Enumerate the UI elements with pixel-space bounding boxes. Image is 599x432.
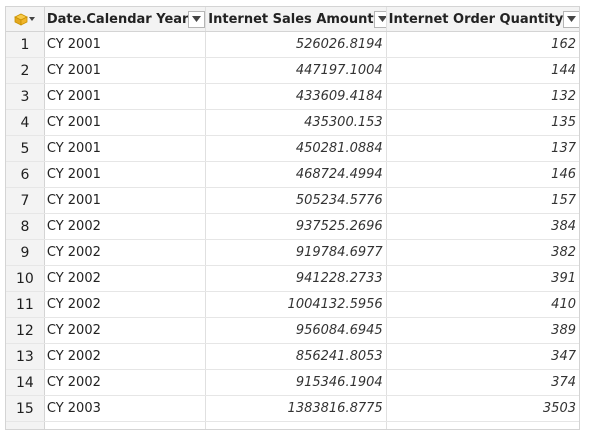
sales-cell[interactable]: 505234.5776 (206, 188, 387, 213)
year-cell[interactable]: CY 2003 (45, 396, 207, 421)
column-header-label: Internet Sales Amount (208, 11, 374, 27)
row-index-cell[interactable]: 6 (6, 162, 45, 187)
quantity-cell[interactable]: 391 (387, 266, 579, 291)
column-header-year[interactable]: Date.Calendar Year (45, 7, 207, 31)
sales-cell[interactable]: 447197.1004 (206, 58, 387, 83)
sales-cell[interactable]: 435300.153 (206, 110, 387, 135)
year-cell (45, 422, 207, 429)
row-index-cell[interactable]: 13 (6, 344, 45, 369)
table-row[interactable]: 9 CY 2002 919784.6977 382 (6, 240, 579, 266)
table-row[interactable]: 15 CY 2003 1383816.8775 3503 (6, 396, 579, 422)
year-cell[interactable]: CY 2002 (45, 214, 207, 239)
quantity-cell[interactable]: 389 (387, 318, 579, 343)
row-index-cell[interactable]: 10 (6, 266, 45, 291)
table-row[interactable]: 14 CY 2002 915346.1904 374 (6, 370, 579, 396)
dropdown-filter-icon (567, 16, 577, 22)
quantity-cell[interactable]: 162 (387, 32, 579, 57)
sales-cell[interactable]: 956084.6945 (206, 318, 387, 343)
row-index-cell[interactable]: 1 (6, 32, 45, 57)
year-cell[interactable]: CY 2001 (45, 84, 207, 109)
table-row[interactable]: 8 CY 2002 937525.2696 384 (6, 214, 579, 240)
year-cell[interactable]: CY 2002 (45, 318, 207, 343)
row-index-cell[interactable]: 11 (6, 292, 45, 317)
quantity-cell[interactable]: 137 (387, 136, 579, 161)
quantity-cell[interactable]: 384 (387, 214, 579, 239)
quantity-cell[interactable]: 410 (387, 292, 579, 317)
table-row[interactable]: 4 CY 2001 435300.153 135 (6, 110, 579, 136)
quantity-cell[interactable]: 382 (387, 240, 579, 265)
table-row[interactable]: 3 CY 2001 433609.4184 132 (6, 84, 579, 110)
year-cell[interactable]: CY 2001 (45, 188, 207, 213)
table-row[interactable]: 5 CY 2001 450281.0884 137 (6, 136, 579, 162)
chevron-down-icon (29, 17, 36, 21)
quantity-cell[interactable]: 157 (387, 188, 579, 213)
dropdown-filter-icon (192, 16, 202, 22)
row-index-cell[interactable]: 8 (6, 214, 45, 239)
year-cell[interactable]: CY 2002 (45, 240, 207, 265)
year-cell[interactable]: CY 2002 (45, 292, 207, 317)
header-row: Date.Calendar Year Internet Sales Amount… (6, 6, 579, 32)
quantity-cell[interactable]: 144 (387, 58, 579, 83)
column-header-label: Internet Order Quantity (388, 11, 564, 27)
table-body: 1 CY 2001 526026.8194 162 2 CY 2001 447197.100… (6, 32, 579, 422)
sales-cell[interactable]: 937525.2696 (206, 214, 387, 239)
column-header-label: Date.Calendar Year (46, 11, 189, 27)
sales-cell[interactable]: 856241.8053 (206, 344, 387, 369)
year-cell[interactable]: CY 2001 (45, 110, 207, 135)
sales-cell[interactable]: 526026.8194 (206, 32, 387, 57)
sales-cell[interactable]: 915346.1904 (206, 370, 387, 395)
dropdown-filter-icon (377, 16, 386, 22)
row-index-cell[interactable]: 3 (6, 84, 45, 109)
row-index-cell (6, 422, 45, 429)
year-cell[interactable]: CY 2002 (45, 266, 207, 291)
year-cell[interactable]: CY 2001 (45, 136, 207, 161)
sales-cell[interactable]: 433609.4184 (206, 84, 387, 109)
row-index-cell[interactable]: 15 (6, 396, 45, 421)
data-grid: Date.Calendar Year Internet Sales Amount… (5, 6, 580, 430)
quantity-cell[interactable]: 132 (387, 84, 579, 109)
table-row[interactable]: 1 CY 2001 526026.8194 162 (6, 32, 579, 58)
filter-button[interactable] (373, 10, 386, 28)
table-row[interactable]: 12 CY 2002 956084.6945 389 (6, 318, 579, 344)
column-header-quantity[interactable]: Internet Order Quantity (387, 7, 579, 31)
table-row[interactable]: 13 CY 2002 856241.8053 347 (6, 344, 579, 370)
sales-cell[interactable]: 1004132.5956 (206, 292, 387, 317)
table-row-partial (6, 422, 579, 429)
row-index-cell[interactable]: 12 (6, 318, 45, 343)
year-cell[interactable]: CY 2001 (45, 58, 207, 83)
quantity-cell[interactable]: 3503 (387, 396, 579, 421)
sales-cell[interactable]: 919784.6977 (206, 240, 387, 265)
column-header-sales[interactable]: Internet Sales Amount (206, 7, 387, 31)
table-row[interactable]: 11 CY 2002 1004132.5956 410 (6, 292, 579, 318)
table-row[interactable]: 6 CY 2001 468724.4994 146 (6, 162, 579, 188)
table-icon (14, 13, 36, 26)
row-index-cell[interactable]: 5 (6, 136, 45, 161)
sales-cell[interactable]: 450281.0884 (206, 136, 387, 161)
row-index-cell[interactable]: 9 (6, 240, 45, 265)
sales-cell (206, 422, 387, 429)
quantity-cell[interactable]: 146 (387, 162, 579, 187)
table-menu-button[interactable] (6, 7, 45, 31)
sales-cell[interactable]: 468724.4994 (206, 162, 387, 187)
row-index-cell[interactable]: 14 (6, 370, 45, 395)
year-cell[interactable]: CY 2001 (45, 32, 207, 57)
quantity-cell[interactable]: 135 (387, 110, 579, 135)
quantity-cell[interactable]: 347 (387, 344, 579, 369)
table-row[interactable]: 10 CY 2002 941228.2733 391 (6, 266, 579, 292)
table-row[interactable]: 7 CY 2001 505234.5776 157 (6, 188, 579, 214)
table-row[interactable]: 2 CY 2001 447197.1004 144 (6, 58, 579, 84)
sales-cell[interactable]: 1383816.8775 (206, 396, 387, 421)
year-cell[interactable]: CY 2001 (45, 162, 207, 187)
row-index-cell[interactable]: 7 (6, 188, 45, 213)
filter-button[interactable] (188, 10, 206, 28)
year-cell[interactable]: CY 2002 (45, 344, 207, 369)
row-index-cell[interactable]: 4 (6, 110, 45, 135)
row-index-cell[interactable]: 2 (6, 58, 45, 83)
year-cell[interactable]: CY 2002 (45, 370, 207, 395)
quantity-cell (387, 422, 579, 429)
sales-cell[interactable]: 941228.2733 (206, 266, 387, 291)
filter-button[interactable] (563, 10, 579, 28)
quantity-cell[interactable]: 374 (387, 370, 579, 395)
